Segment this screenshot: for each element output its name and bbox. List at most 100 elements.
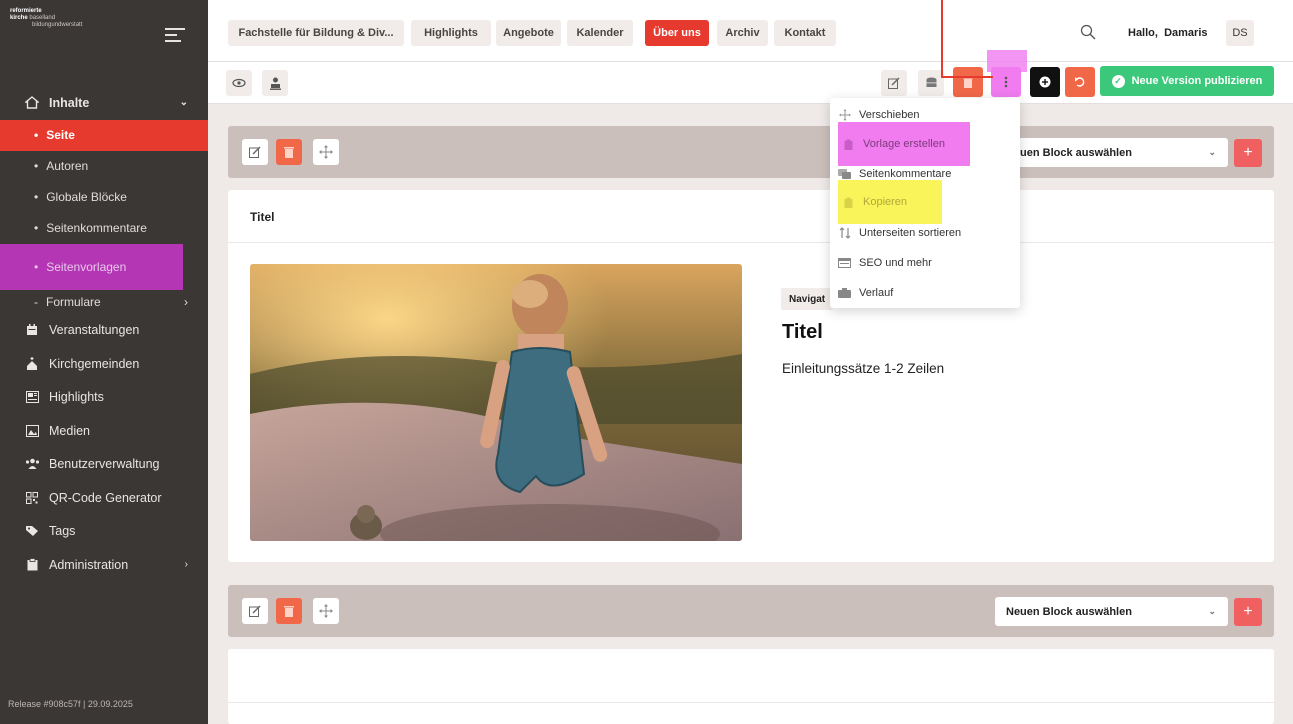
publish-new-version-button[interactable]: ✓ Neue Version publizieren xyxy=(1100,66,1274,96)
home-icon xyxy=(25,96,39,110)
sidebar-item-label: Medien xyxy=(49,423,90,438)
chevron-right-icon: › xyxy=(184,559,188,571)
add-circle-icon[interactable] xyxy=(1030,67,1060,97)
menu-item-label: Verlauf xyxy=(859,287,894,299)
menu-item-label: Seitenkommentare xyxy=(859,168,952,180)
sidebar-item-qr-code-generator[interactable]: QR-Code Generator xyxy=(0,481,208,515)
tab-kontakt[interactable]: Kontakt xyxy=(774,20,836,46)
sidebar-item-autoren[interactable]: • Autoren xyxy=(0,151,208,182)
chevron-down-icon: ⌄ xyxy=(179,97,188,109)
person-icon[interactable] xyxy=(262,70,288,96)
annotation-line xyxy=(941,76,993,78)
history-icon xyxy=(838,288,851,299)
highlights-icon xyxy=(25,390,39,404)
tab-angebote[interactable]: Angebote xyxy=(496,20,561,46)
sidebar-item-label: Kirchgemeinden xyxy=(49,356,140,371)
delete-icon[interactable] xyxy=(276,139,302,165)
sidebar-item-label: Seitenkommentare xyxy=(46,221,147,235)
content-block-card xyxy=(228,649,1274,724)
chevron-down-icon: ⌄ xyxy=(1208,606,1216,616)
menu-item-label: Kopieren xyxy=(863,196,908,208)
tab-fachstelle[interactable]: Fachstelle für Bildung & Div... xyxy=(228,20,404,46)
calendar-icon xyxy=(25,323,39,337)
sidebar-item-label: Globale Blöcke xyxy=(46,190,127,204)
menu-toggle-icon[interactable] xyxy=(165,28,185,44)
menu-item-label: Vorlage erstellen xyxy=(863,138,945,150)
sidebar-item-highlights[interactable]: Highlights xyxy=(0,381,208,415)
brand-logo[interactable]: reformierte kirche baselland bildungundw… xyxy=(10,8,82,29)
menu-item-unterseiten-sortieren[interactable]: Unterseiten sortieren xyxy=(838,218,961,248)
move-icon xyxy=(838,109,851,121)
block-toolbar: Neuen Block auswählen ⌄ + xyxy=(228,126,1274,178)
sidebar-item-seite[interactable]: • Seite xyxy=(0,119,208,151)
content-title: Titel xyxy=(782,321,823,343)
sidebar-item-kirchgemeinden[interactable]: Kirchgemeinden xyxy=(0,347,208,381)
divider xyxy=(228,242,1274,243)
sidebar-item-label: Tags xyxy=(49,524,76,539)
more-options-menu: Verschieben Vorlage erstellen Seitenkomm… xyxy=(830,98,1020,308)
annotation-highlight xyxy=(987,50,1027,72)
sidebar-item-label: Seite xyxy=(46,128,75,142)
delete-icon[interactable] xyxy=(276,598,302,624)
add-block-button[interactable]: + xyxy=(1234,598,1262,626)
user-greeting: Hallo, Damaris xyxy=(1128,27,1208,39)
new-block-select[interactable]: Neuen Block auswählen ⌄ xyxy=(995,138,1228,167)
seo-icon xyxy=(838,258,851,269)
annotation-line xyxy=(941,0,943,78)
edit-icon[interactable] xyxy=(242,139,268,165)
sidebar-item-benutzerverwaltung[interactable]: Benutzerverwaltung xyxy=(0,448,208,482)
add-block-button[interactable]: + xyxy=(1234,139,1262,167)
sidebar-item-label: Formulare xyxy=(46,294,101,309)
block-title: Titel xyxy=(250,210,275,224)
edit-icon[interactable] xyxy=(881,70,907,96)
sidebar-item-label: QR-Code Generator xyxy=(49,490,162,505)
divider xyxy=(228,702,1274,703)
sidebar-item-seitenvorlagen[interactable]: • Seitenvorlagen xyxy=(0,243,183,290)
sidebar-item-tags[interactable]: Tags xyxy=(0,515,208,549)
tab-highlights[interactable]: Highlights xyxy=(411,20,491,46)
hero-image[interactable] xyxy=(250,264,742,541)
menu-item-seo-und-mehr[interactable]: SEO und mehr xyxy=(838,248,932,278)
edit-icon[interactable] xyxy=(242,598,268,624)
move-icon[interactable] xyxy=(313,598,339,624)
sidebar-item-formulare[interactable]: - Formulare › xyxy=(0,290,208,314)
chevron-down-icon: ⌄ xyxy=(1208,147,1216,157)
select-value: Neuen Block auswählen xyxy=(1006,605,1132,618)
release-info: Release #908c57f | 29.09.2025 xyxy=(8,699,133,709)
top-bar: Fachstelle für Bildung & Div... Highligh… xyxy=(208,0,1293,62)
sidebar-item-veranstaltungen[interactable]: Veranstaltungen xyxy=(0,314,208,348)
search-icon[interactable] xyxy=(1080,24,1096,40)
select-value: Neuen Block auswählen xyxy=(1006,146,1132,159)
tab-archiv[interactable]: Archiv xyxy=(717,20,768,46)
avatar[interactable]: DS xyxy=(1226,20,1254,46)
page-toolbar: ✓ Neue Version publizieren xyxy=(208,62,1293,104)
sidebar-nav: Inhalte ⌄ • Seite • Autoren • Globale Blöck… xyxy=(0,86,208,582)
undo-icon[interactable] xyxy=(1065,67,1095,97)
sidebar-item-label: Benutzerverwaltung xyxy=(49,457,160,472)
chevron-right-icon: › xyxy=(184,294,188,309)
sort-icon xyxy=(838,227,851,239)
tab-ueber-uns[interactable]: Über uns xyxy=(645,20,709,46)
delete-icon[interactable] xyxy=(953,67,983,97)
new-block-select[interactable]: Neuen Block auswählen ⌄ xyxy=(995,597,1228,626)
clipboard-icon xyxy=(25,558,39,572)
qr-icon xyxy=(25,491,39,505)
menu-item-label: SEO und mehr xyxy=(859,257,932,269)
sidebar-item-inhalte[interactable]: Inhalte ⌄ xyxy=(0,86,208,120)
sidebar-item-seitenkommentare[interactable]: • Seitenkommentare xyxy=(0,213,208,244)
menu-item-label: Unterseiten sortieren xyxy=(859,227,962,239)
menu-item-verlauf[interactable]: Verlauf xyxy=(838,278,893,308)
church-icon xyxy=(25,356,39,371)
sidebar-item-globale-bloecke[interactable]: • Globale Blöcke xyxy=(0,182,208,213)
sidebar-item-medien[interactable]: Medien xyxy=(0,414,208,448)
tab-kalender[interactable]: Kalender xyxy=(567,20,633,46)
media-icon xyxy=(25,424,39,438)
block-toolbar: Neuen Block auswählen ⌄ + xyxy=(228,585,1274,637)
move-icon[interactable] xyxy=(313,139,339,165)
tag-icon xyxy=(25,524,39,538)
sidebar-item-label: Highlights xyxy=(49,390,104,405)
comment-icon xyxy=(838,168,851,180)
sidebar-item-label: Inhalte xyxy=(49,95,90,110)
preview-eye-icon[interactable] xyxy=(226,70,252,96)
sidebar-item-administration[interactable]: Administration › xyxy=(0,548,208,582)
